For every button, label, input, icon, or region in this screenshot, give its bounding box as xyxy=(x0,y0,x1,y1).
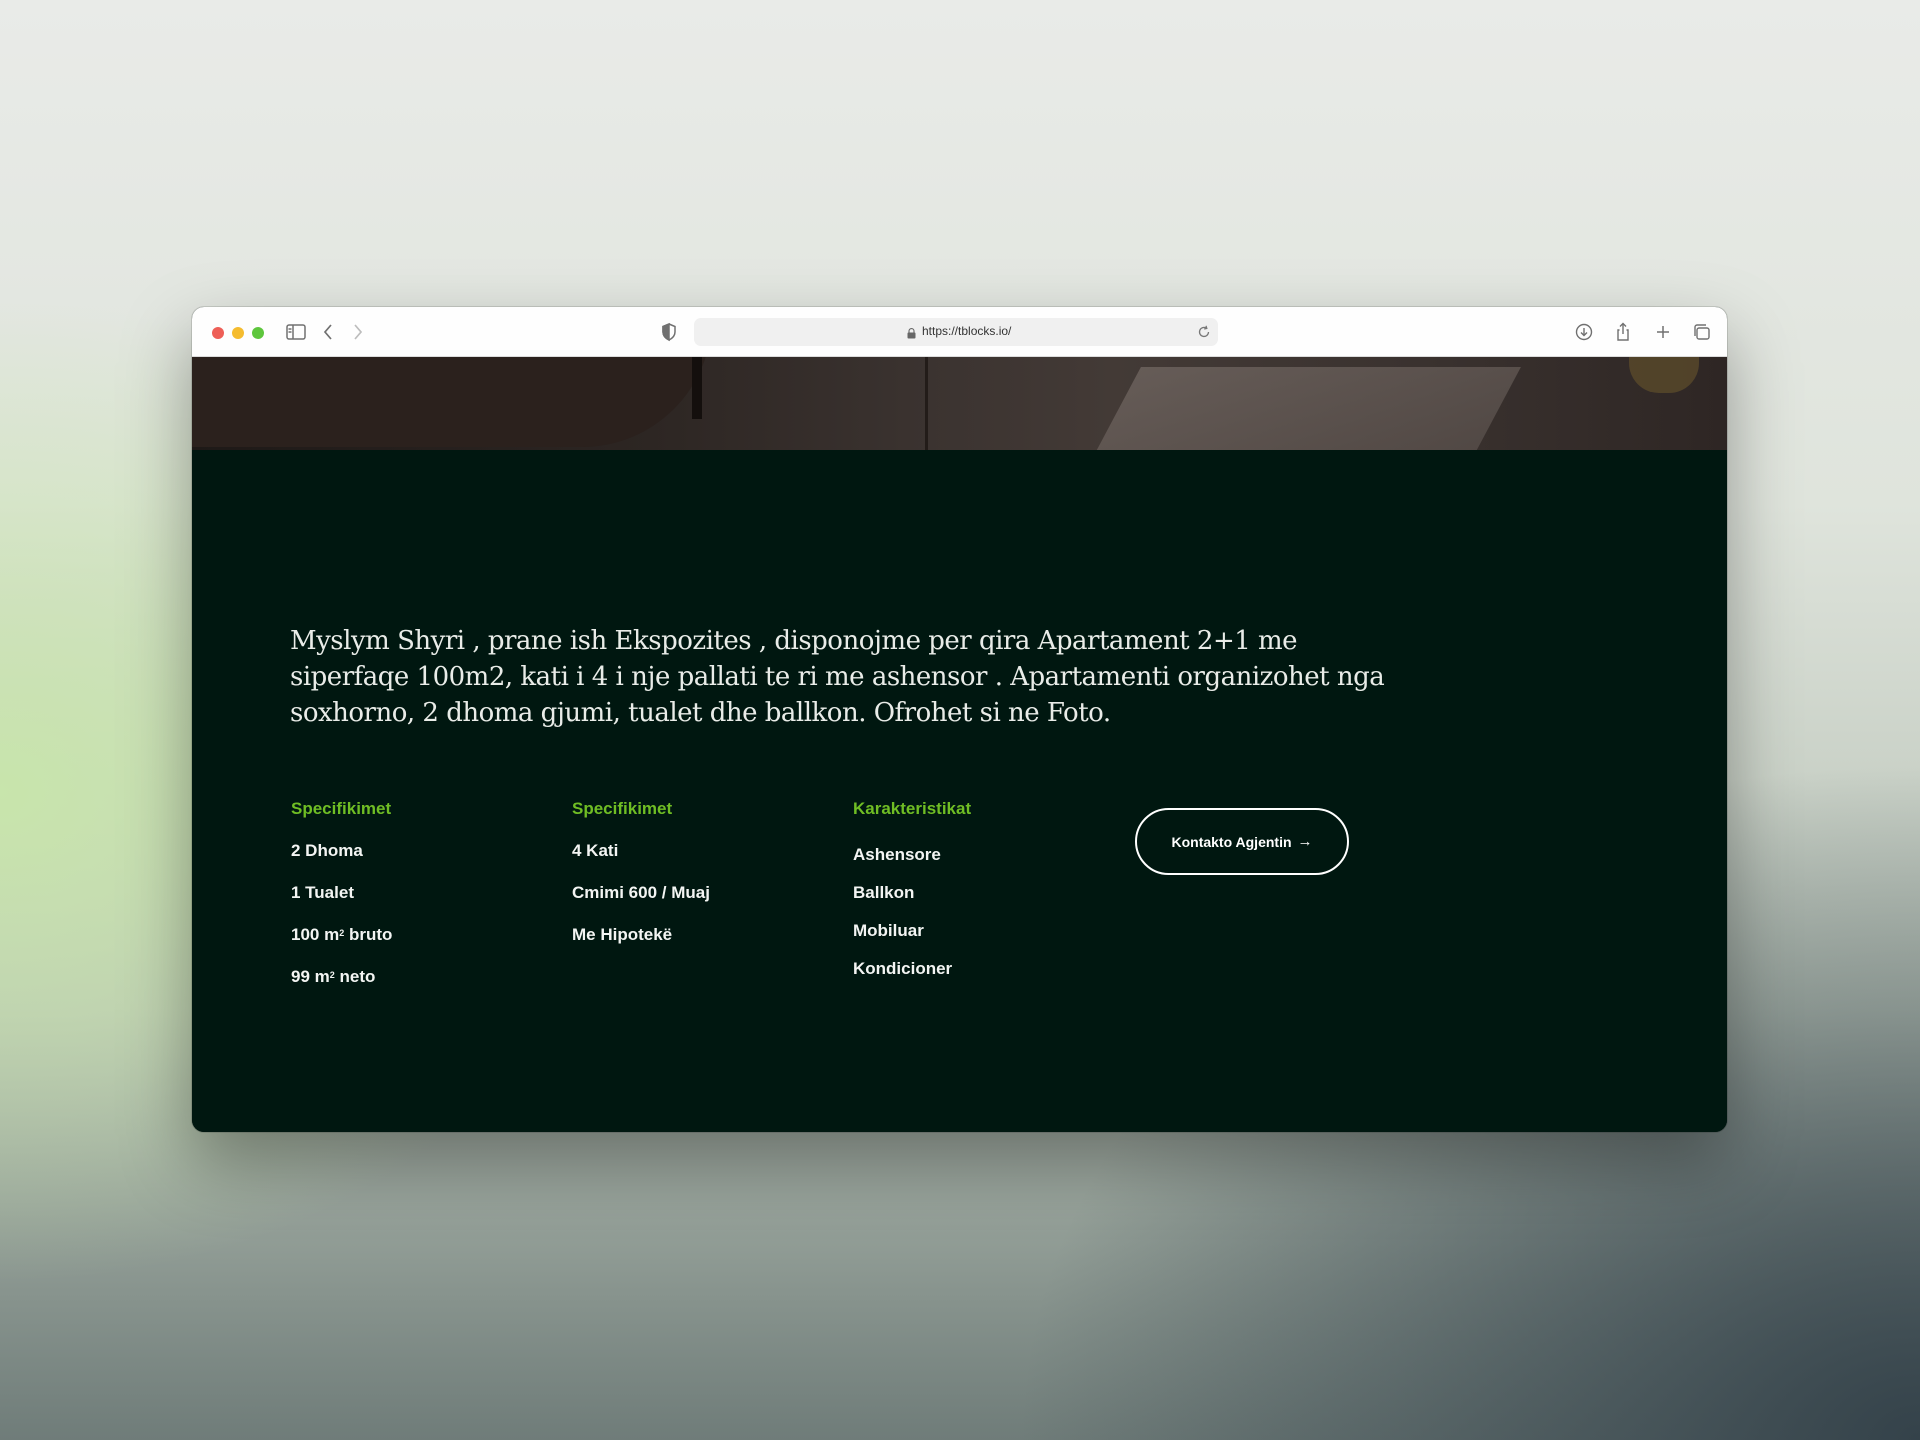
column-heading: Specifikimet xyxy=(291,799,392,818)
spec-item: 4 Kati xyxy=(572,841,619,860)
feature-item: Kondicioner xyxy=(853,959,953,978)
tabs-overview-icon[interactable] xyxy=(1691,322,1713,342)
forward-icon[interactable] xyxy=(347,322,369,342)
feature-item: Ashensore xyxy=(853,845,941,864)
browser-toolbar: https://tblocks.io/ xyxy=(192,307,1727,357)
feature-item: Mobiluar xyxy=(853,921,924,940)
lock-icon xyxy=(907,326,916,339)
feature-item: Ballkon xyxy=(853,883,915,902)
sidebar-icon[interactable] xyxy=(285,322,307,342)
contact-agent-button[interactable]: Kontakto Agjentin → xyxy=(1135,808,1349,875)
spec-item: 1 Tualet xyxy=(291,883,354,902)
photo-rug xyxy=(1093,367,1521,450)
area-suffix: neto xyxy=(334,967,376,986)
shield-icon[interactable] xyxy=(658,322,680,342)
download-icon[interactable] xyxy=(1573,322,1595,342)
spec-item: Me Hipotekë xyxy=(572,925,673,944)
spec-item: 2 Dhoma xyxy=(291,841,363,860)
area-value: 99 m xyxy=(291,967,330,986)
spec-item-price: Cmimi 600 / Muaj xyxy=(572,883,710,902)
specs-column-1: Specifikimet 2 Dhoma 1 Tualet 100 m2 bru… xyxy=(291,799,541,986)
listing-section: Myslym Shyri , prane ish Ekspozites , di… xyxy=(192,450,1727,1132)
specs-column-2: Specifikimet 4 Kati Cmimi 600 / Muaj Me … xyxy=(572,799,822,944)
back-icon[interactable] xyxy=(317,322,339,342)
address-bar[interactable]: https://tblocks.io/ xyxy=(694,318,1218,346)
photo-chair xyxy=(192,357,712,447)
area-suffix: bruto xyxy=(344,925,393,944)
new-tab-icon[interactable] xyxy=(1652,322,1674,342)
hero-photo xyxy=(192,357,1727,450)
area-value: 100 m xyxy=(291,925,340,944)
listing-description: Myslym Shyri , prane ish Ekspozites , di… xyxy=(290,626,1385,728)
spec-item-net-area: 99 m2 neto xyxy=(291,967,375,987)
close-window-button[interactable] xyxy=(212,327,224,339)
column-heading: Karakteristikat xyxy=(853,799,972,818)
area-unit-superscript: 2 xyxy=(329,970,335,980)
maximize-window-button[interactable] xyxy=(252,327,264,339)
reload-icon[interactable] xyxy=(1196,324,1212,340)
column-heading: Specifikimet xyxy=(572,799,673,818)
browser-window: https://tblocks.io/ Myslym Shyri , prane… xyxy=(192,307,1727,1132)
photo-vase xyxy=(1629,357,1699,393)
photo-chair-leg xyxy=(692,357,702,419)
features-column: Karakteristikat Ashensore Ballkon Mobilu… xyxy=(853,799,1103,978)
contact-agent-label: Kontakto Agjentin xyxy=(1171,833,1292,850)
arrow-right-icon: → xyxy=(1297,833,1313,850)
photo-floor-line xyxy=(925,357,928,450)
spec-item-gross-area: 100 m2 bruto xyxy=(291,925,392,945)
minimize-window-button[interactable] xyxy=(232,327,244,339)
area-unit-superscript: 2 xyxy=(339,928,345,938)
address-url: https://tblocks.io/ xyxy=(922,324,1012,338)
share-icon[interactable] xyxy=(1612,322,1634,342)
